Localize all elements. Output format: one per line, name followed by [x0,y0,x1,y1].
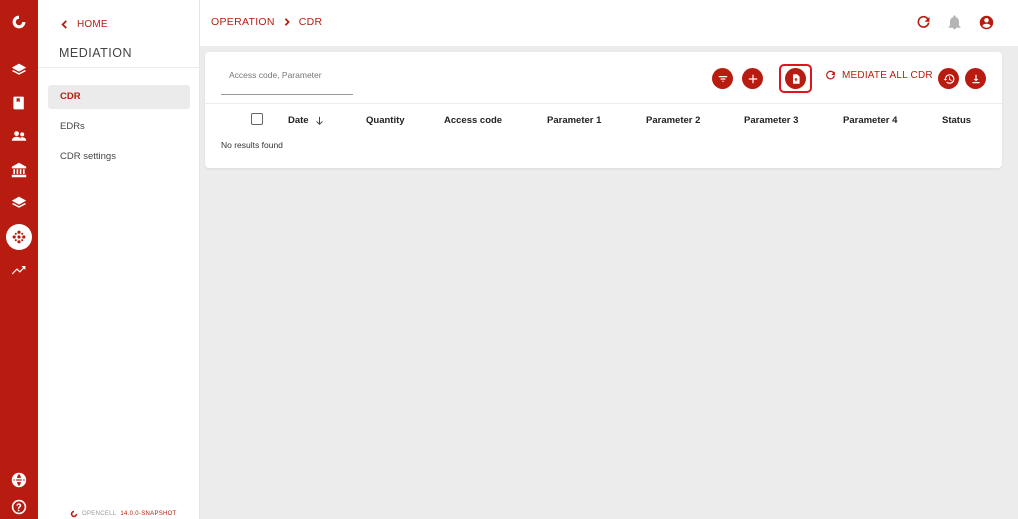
sort-arrow-down-icon [315,116,323,125]
mediate-label: MEDIATE ALL CDR [842,70,933,81]
module-title: MEDIATION [59,46,133,60]
divider [38,67,200,68]
trending-icon[interactable] [9,260,29,280]
sidebar-item-cdr[interactable]: CDR [48,85,190,109]
chevron-right-icon [284,18,290,26]
mediate-refresh-icon [826,70,835,80]
stack-icon[interactable] [9,193,29,213]
breadcrumb: OPERATION CDR [211,16,322,28]
bank-icon[interactable] [9,160,29,180]
download-button[interactable] [965,68,986,89]
filter-button[interactable] [712,68,733,89]
globe-icon[interactable] [9,470,29,490]
cdr-list-card: MEDIATE ALL CDR Date Quantity Access cod… [205,52,1002,168]
people-icon[interactable] [9,126,29,146]
mediate-all-cdr-button[interactable]: MEDIATE ALL CDR [825,70,933,81]
search-input[interactable] [221,66,353,80]
top-bar: OPERATION CDR [200,0,1018,46]
app-rail [0,0,38,519]
brand-logo-icon [70,510,78,518]
column-status[interactable]: Status [942,115,971,126]
column-access-code[interactable]: Access code [444,115,502,126]
column-date[interactable]: Date [288,115,324,126]
sidebar-item-edrs[interactable]: EDRs [48,115,190,139]
file-upload-icon [792,73,800,84]
column-parameter-4[interactable]: Parameter 4 [843,115,897,126]
refresh-icon[interactable] [915,14,931,30]
breadcrumb-operation[interactable]: OPERATION [211,16,275,28]
filter-icon [718,75,727,82]
plus-icon [748,74,757,83]
module-sidebar: HOME MEDIATION CDR EDRs CDR settings OPE… [38,0,200,519]
history-button[interactable] [938,68,959,89]
history-icon [943,73,954,84]
mediation-icon[interactable] [6,224,32,250]
help-icon[interactable] [9,497,29,517]
column-date-label: Date [288,115,309,126]
home-label: HOME [77,19,108,30]
footer-brand: OPENCELL 14.0.0-SNAPSHOT [70,509,177,519]
logo-icon[interactable] [9,12,29,32]
sidebar-item-cdr-settings[interactable]: CDR settings [48,145,190,169]
bell-icon[interactable] [946,14,962,30]
app-version: 14.0.0-SNAPSHOT [120,511,177,517]
layers-icon[interactable] [9,60,29,80]
column-parameter-3[interactable]: Parameter 3 [744,115,798,126]
column-parameter-1[interactable]: Parameter 1 [547,115,601,126]
download-icon [971,74,980,83]
brand-name: OPENCELL [82,511,117,517]
empty-state-message: No results found [221,140,283,150]
column-quantity[interactable]: Quantity [366,115,405,126]
column-parameter-2[interactable]: Parameter 2 [646,115,700,126]
account-icon[interactable] [978,14,994,30]
book-icon[interactable] [9,93,29,113]
home-link[interactable]: HOME [60,19,108,30]
breadcrumb-cdr[interactable]: CDR [299,16,323,28]
select-all-checkbox[interactable] [251,113,263,125]
table-header: Date Quantity Access code Parameter 1 Pa… [205,103,1002,135]
add-button[interactable] [742,68,763,89]
import-file-button[interactable] [785,68,806,89]
chevron-left-icon [61,20,67,29]
search-field[interactable] [221,65,353,95]
